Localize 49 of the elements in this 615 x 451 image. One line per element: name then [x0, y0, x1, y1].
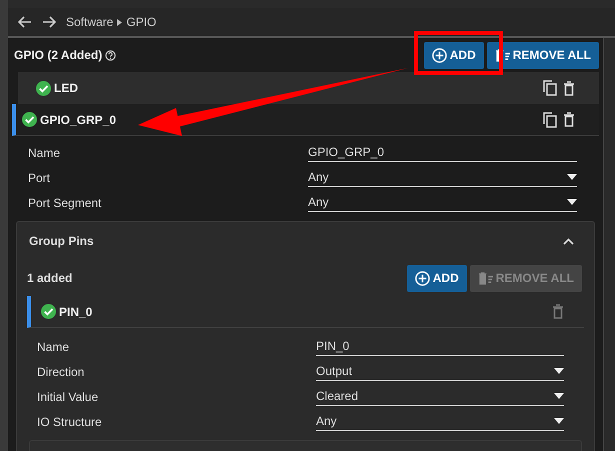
- field-label: Name: [37, 338, 70, 356]
- dropdown-field[interactable]: Any: [308, 168, 577, 187]
- breadcrumb-link[interactable]: GPIO: [126, 13, 156, 31]
- check-circle-icon: [36, 80, 51, 96]
- plus-circle-icon: [414, 270, 430, 286]
- dropdown-caret-icon: [567, 199, 577, 205]
- field-label: Name: [28, 144, 62, 162]
- check-circle-icon: [22, 112, 37, 127]
- chevron-icon: [117, 18, 122, 26]
- check-circle-icon: [41, 304, 56, 319]
- forward-arrow-icon[interactable]: [42, 16, 56, 28]
- back-arrow-icon[interactable]: [18, 16, 32, 28]
- pin-name: PIN_0: [59, 304, 92, 320]
- field-label: Direction: [37, 364, 86, 380]
- plus-circle-icon: [432, 48, 447, 62]
- module-title: GPIO (2 Added): [14, 47, 102, 64]
- dropdown-field[interactable]: Any: [316, 412, 564, 431]
- dropdown-field[interactable]: Cleared: [316, 387, 564, 406]
- dropdown-field[interactable]: Output: [316, 362, 564, 381]
- dropdown-caret-icon: [554, 368, 564, 374]
- added-count: 1 added: [27, 270, 72, 287]
- trash-icon: [478, 270, 493, 286]
- dropdown-caret-icon: [554, 418, 564, 424]
- dropdown-caret-icon: [554, 393, 564, 399]
- pin-row[interactable]: PIN_0: [27, 296, 584, 328]
- group-title: Group Pins: [29, 233, 94, 250]
- input-field[interactable]: PIN_0: [316, 337, 564, 356]
- instance-name: GPIO_GRP_0: [40, 112, 116, 128]
- dropdown-field[interactable]: Any: [308, 193, 577, 212]
- copy-icon[interactable]: [543, 112, 557, 128]
- breadcrumb-link[interactable]: Software: [66, 13, 114, 31]
- input-field[interactable]: GPIO_GRP_0: [308, 143, 577, 162]
- field-label: Port Segment: [28, 194, 102, 212]
- field-label: IO Structure: [37, 414, 103, 430]
- dropdown-caret-icon: [567, 174, 577, 180]
- field-label: Port: [28, 170, 52, 186]
- field-label: Initial Value: [37, 388, 100, 406]
- collapse-chevron-icon[interactable]: [563, 238, 574, 244]
- remove-all-button: REMOVE ALL: [470, 264, 582, 292]
- instance-name: LED: [54, 80, 78, 97]
- add-button[interactable]: ADD: [424, 42, 484, 68]
- scrollbar[interactable]: [603, 38, 615, 451]
- remove-all-button[interactable]: REMOVE ALL: [486, 42, 599, 68]
- help-icon[interactable]: [105, 50, 116, 60]
- trash-icon: [494, 48, 510, 62]
- instance-row[interactable]: GPIO_GRP_0: [12, 104, 599, 136]
- copy-icon[interactable]: [543, 80, 557, 96]
- add-button[interactable]: ADD: [406, 264, 467, 292]
- instance-row[interactable]: LED: [18, 72, 599, 104]
